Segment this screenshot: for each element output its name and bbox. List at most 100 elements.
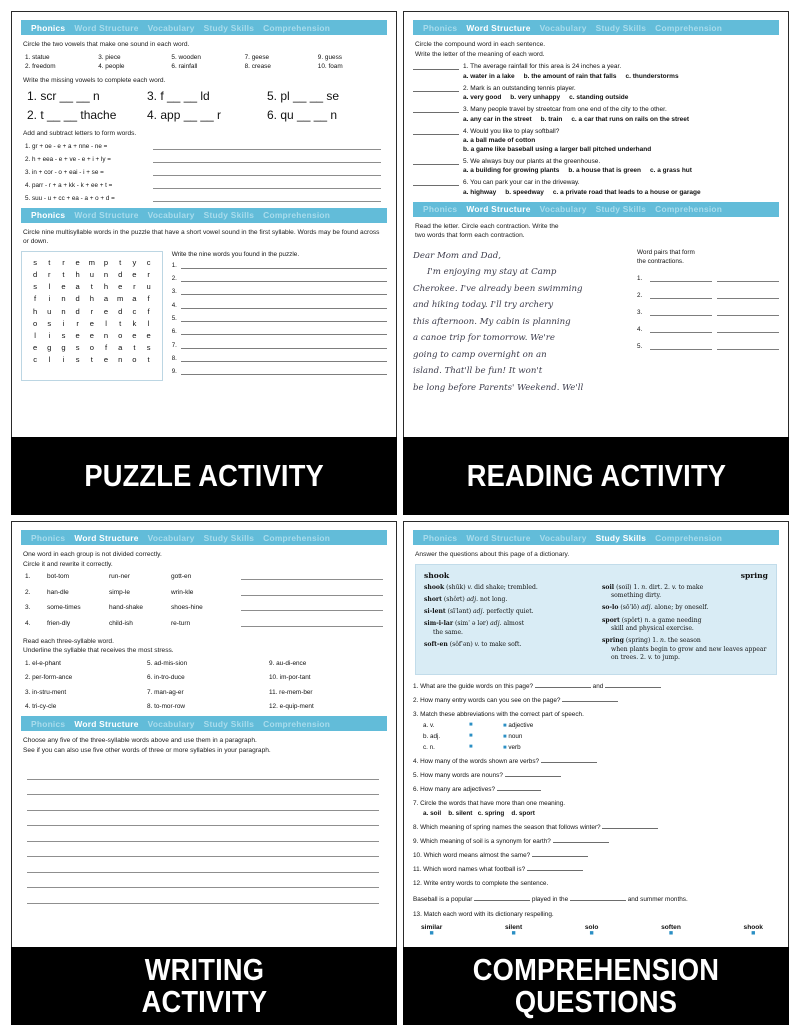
- match-dot-icon[interactable]: ■: [585, 930, 599, 937]
- grid-letter[interactable]: d: [71, 293, 85, 305]
- writing-line[interactable]: [27, 842, 379, 858]
- grid-letter[interactable]: s: [71, 342, 85, 354]
- tab-word-structure[interactable]: Word Structure: [74, 210, 138, 220]
- division-word[interactable]: bot-tom: [47, 573, 109, 580]
- answer-choices[interactable]: a. a building for growing plants b. a hou…: [463, 167, 779, 174]
- match-dot-icon[interactable]: ■: [469, 732, 503, 742]
- tab-phonics[interactable]: Phonics: [31, 533, 65, 543]
- grid-letter[interactable]: k: [127, 318, 141, 330]
- answer-choice[interactable]: a. any car in the street: [463, 116, 532, 123]
- blank-word[interactable]: 4. app __ __ r: [147, 108, 267, 122]
- answer-choice[interactable]: c. thunderstorms: [625, 73, 678, 80]
- abbrev-item[interactable]: b. adj.: [423, 732, 469, 742]
- answer-line[interactable]: [717, 344, 779, 351]
- tab-word-structure[interactable]: Word Structure: [74, 719, 138, 729]
- grid-letter[interactable]: s: [28, 257, 42, 269]
- grid-letter[interactable]: i: [56, 318, 70, 330]
- answer-choice[interactable]: a. very good: [463, 94, 501, 101]
- grid-letter[interactable]: f: [142, 306, 156, 318]
- match-word[interactable]: shook ■: [744, 924, 763, 937]
- tab-study-skills[interactable]: Study Skills: [596, 23, 646, 33]
- grid-letter[interactable]: h: [85, 293, 99, 305]
- grid-letter[interactable]: u: [85, 269, 99, 281]
- answer-blank[interactable]: [504, 771, 561, 778]
- answer-choice[interactable]: b. the amount of rain that falls: [524, 73, 617, 80]
- answer-blank[interactable]: [602, 823, 659, 830]
- division-word[interactable]: wrin-kle: [171, 589, 233, 596]
- tab-vocabulary[interactable]: Vocabulary: [148, 210, 195, 220]
- part-of-speech-item[interactable]: ■ noun: [503, 732, 779, 742]
- answer-choice[interactable]: a. a building for growing plants: [463, 167, 559, 174]
- answer-line[interactable]: [650, 327, 712, 334]
- grid-letter[interactable]: a: [71, 281, 85, 293]
- answer-choice[interactable]: c. a private road that leads to a house …: [553, 189, 701, 196]
- grid-letter[interactable]: s: [42, 318, 56, 330]
- answer-line[interactable]: [180, 329, 387, 336]
- answer-line[interactable]: [241, 589, 383, 596]
- grid-letter[interactable]: n: [56, 293, 70, 305]
- grid-letter[interactable]: m: [113, 293, 127, 305]
- answer-blank[interactable]: [534, 682, 591, 688]
- grid-letter[interactable]: e: [56, 281, 70, 293]
- part-of-speech-item[interactable]: ■ verb: [503, 743, 779, 753]
- answer-blank[interactable]: [532, 851, 588, 858]
- answer-choice[interactable]: b. speedway: [505, 189, 544, 196]
- answer-blank[interactable]: [413, 158, 459, 165]
- grid-letter[interactable]: u: [42, 306, 56, 318]
- answer-choice[interactable]: b. very unhappy: [510, 94, 560, 101]
- syllable-word[interactable]: 3. in-stru-ment: [25, 689, 143, 696]
- grid-letter[interactable]: n: [113, 354, 127, 366]
- grid-letter[interactable]: e: [71, 330, 85, 342]
- syllable-word[interactable]: 10. im-por-tant: [269, 674, 387, 681]
- grid-letter[interactable]: y: [127, 257, 141, 269]
- answer-choice[interactable]: a. a ball made of cotton: [463, 137, 779, 144]
- match-dot-icon[interactable]: ■: [661, 930, 681, 937]
- tab-vocabulary[interactable]: Vocabulary: [148, 533, 195, 543]
- grid-letter[interactable]: h: [99, 281, 113, 293]
- tab-comprehension[interactable]: Comprehension: [263, 533, 330, 543]
- grid-letter[interactable]: r: [71, 318, 85, 330]
- tab-study-skills[interactable]: Study Skills: [204, 533, 254, 543]
- match-dot-icon[interactable]: ■: [505, 930, 522, 937]
- answer-choice[interactable]: a. highway: [463, 189, 496, 196]
- grid-letter[interactable]: d: [28, 269, 42, 281]
- answer-line[interactable]: [717, 293, 779, 300]
- grid-letter[interactable]: e: [99, 354, 113, 366]
- tab-phonics[interactable]: Phonics: [423, 533, 457, 543]
- tab-word-structure[interactable]: Word Structure: [466, 533, 530, 543]
- grid-letter[interactable]: g: [56, 342, 70, 354]
- grid-letter[interactable]: p: [99, 257, 113, 269]
- division-word[interactable]: han-dle: [47, 589, 109, 596]
- grid-letter[interactable]: o: [28, 318, 42, 330]
- division-word[interactable]: gott-en: [171, 573, 233, 580]
- syllable-word[interactable]: 7. man-ag-er: [147, 689, 265, 696]
- syllable-word[interactable]: 1. el-e-phant: [25, 660, 143, 667]
- answer-line[interactable]: [650, 293, 712, 300]
- grid-letter[interactable]: l: [42, 354, 56, 366]
- division-word[interactable]: run-ner: [109, 573, 171, 580]
- answer-blank[interactable]: [605, 682, 662, 688]
- writing-line[interactable]: [27, 811, 379, 827]
- grid-letter[interactable]: n: [99, 330, 113, 342]
- grid-letter[interactable]: t: [113, 257, 127, 269]
- answer-blank[interactable]: [413, 128, 459, 135]
- answer-line[interactable]: [153, 182, 381, 189]
- match-dot-icon[interactable]: ■: [469, 743, 503, 753]
- answer-choice[interactable]: b. a game like baseball using a larger b…: [463, 146, 779, 153]
- tab-word-structure[interactable]: Word Structure: [466, 204, 530, 214]
- tab-word-structure[interactable]: Word Structure: [74, 23, 138, 33]
- syllable-word[interactable]: 8. to-mor-row: [147, 703, 265, 710]
- answer-line[interactable]: [153, 169, 381, 176]
- grid-letter[interactable]: e: [99, 306, 113, 318]
- match-dot-icon[interactable]: ■: [503, 734, 507, 740]
- tab-phonics[interactable]: Phonics: [31, 719, 65, 729]
- grid-letter[interactable]: f: [142, 293, 156, 305]
- answer-choice-row[interactable]: a. highway b. speedway c. a private road t…: [463, 189, 779, 196]
- answer-line[interactable]: [153, 143, 381, 150]
- tab-word-structure[interactable]: Word Structure: [466, 23, 530, 33]
- abbrev-item[interactable]: c. n.: [423, 743, 469, 753]
- answer-choice-row[interactable]: a. any car in the street b. train c. a car…: [463, 116, 779, 123]
- grid-letter[interactable]: d: [71, 306, 85, 318]
- answer-choice-row[interactable]: a. water in a lake b. the amount of rain …: [463, 73, 779, 80]
- grid-letter[interactable]: a: [127, 293, 141, 305]
